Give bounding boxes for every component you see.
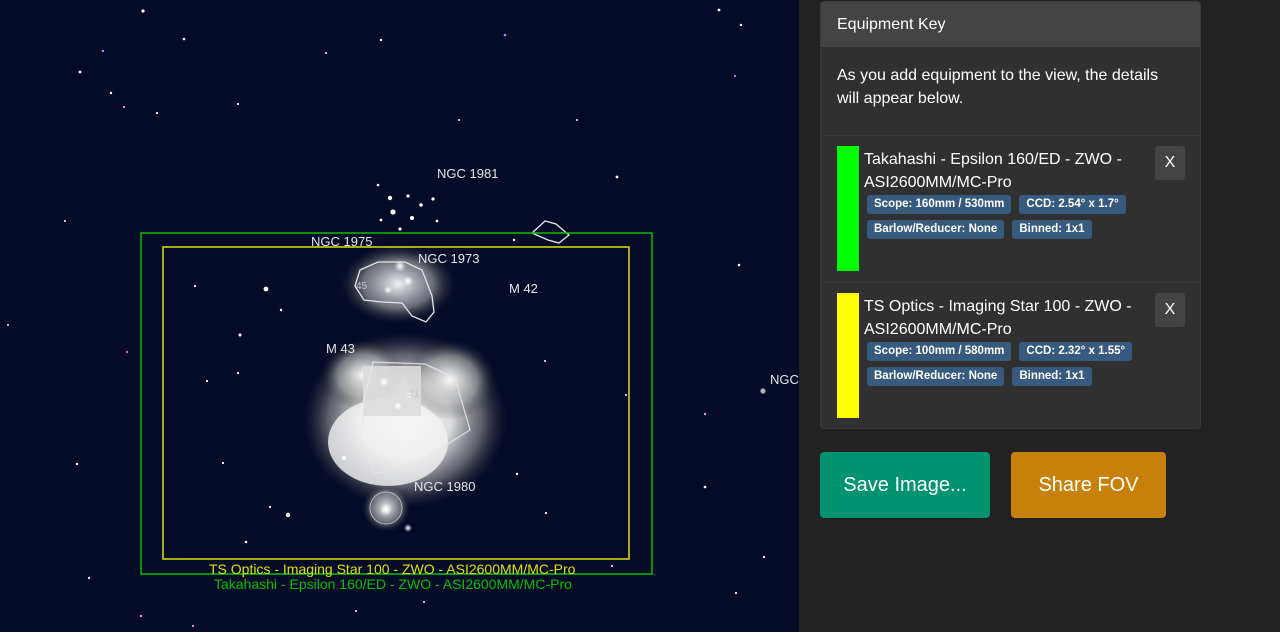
side-panel: Equipment Key As you add equipment to th…: [799, 0, 1280, 632]
badge-scope: Scope: 100mm / 580mm: [867, 342, 1012, 361]
share-fov-button[interactable]: Share FOV: [1011, 452, 1166, 518]
equipment-name: TS Optics - Imaging Star 100 - ZWO - ASI…: [864, 298, 1132, 338]
label-m43: M 43: [326, 341, 355, 356]
equipment-color-swatch: [837, 293, 859, 418]
fov-caption-yellow: TS Optics - Imaging Star 100 - ZWO - ASI…: [209, 561, 576, 577]
equipment-item: TS Optics - Imaging Star 100 - ZWO - ASI…: [821, 283, 1200, 428]
equipment-item: Takahashi - Epsilon 160/ED - ZWO - ASI26…: [821, 136, 1200, 283]
save-image-button[interactable]: Save Image...: [820, 452, 990, 518]
badge-scope: Scope: 160mm / 530mm: [867, 195, 1012, 214]
label-ngc1981: NGC 1981: [437, 166, 499, 181]
equipment-badges: Scope: 100mm / 580mm CCD: 2.32° x 1.55° …: [867, 342, 1147, 386]
equipment-key-card: Equipment Key As you add equipment to th…: [820, 1, 1201, 429]
badge-binned: Binned: 1x1: [1012, 367, 1092, 386]
badge-ccd: CCD: 2.32° x 1.55°: [1019, 342, 1133, 361]
label-m42: M 42: [509, 281, 538, 296]
remove-equipment-button[interactable]: X: [1155, 293, 1185, 327]
badge-barlow: Barlow/Reducer: None: [867, 367, 1005, 386]
sky-view[interactable]: NGC 1981 NGC 1975 NGC 1973 M 42 M 43 NGC…: [0, 0, 799, 632]
label-ngc-edge: NGC: [770, 372, 799, 387]
label-ngc1975: NGC 1975: [311, 234, 373, 249]
remove-equipment-button[interactable]: X: [1155, 146, 1185, 180]
object-outline: [530, 220, 571, 244]
equipment-key-title: Equipment Key: [821, 2, 1200, 47]
marker-45: 45: [356, 281, 368, 292]
badge-barlow: Barlow/Reducer: None: [867, 220, 1005, 239]
equipment-color-swatch: [837, 146, 859, 271]
sky-canvas: [7, 8, 766, 628]
ngc1981-cluster: [376, 183, 439, 231]
badge-ccd: CCD: 2.54° x 1.7°: [1019, 195, 1126, 214]
marker-41: 41: [408, 389, 420, 400]
label-ngc1980: NGC 1980: [414, 479, 476, 494]
label-ngc1973: NGC 1973: [418, 251, 480, 266]
equipment-name: Takahashi - Epsilon 160/ED - ZWO - ASI26…: [864, 151, 1122, 191]
equipment-badges: Scope: 160mm / 530mm CCD: 2.54° x 1.7° B…: [867, 195, 1147, 239]
fov-caption-green: Takahashi - Epsilon 160/ED - ZWO - ASI26…: [214, 576, 572, 592]
equipment-key-intro: As you add equipment to the view, the de…: [821, 47, 1200, 136]
badge-binned: Binned: 1x1: [1012, 220, 1092, 239]
